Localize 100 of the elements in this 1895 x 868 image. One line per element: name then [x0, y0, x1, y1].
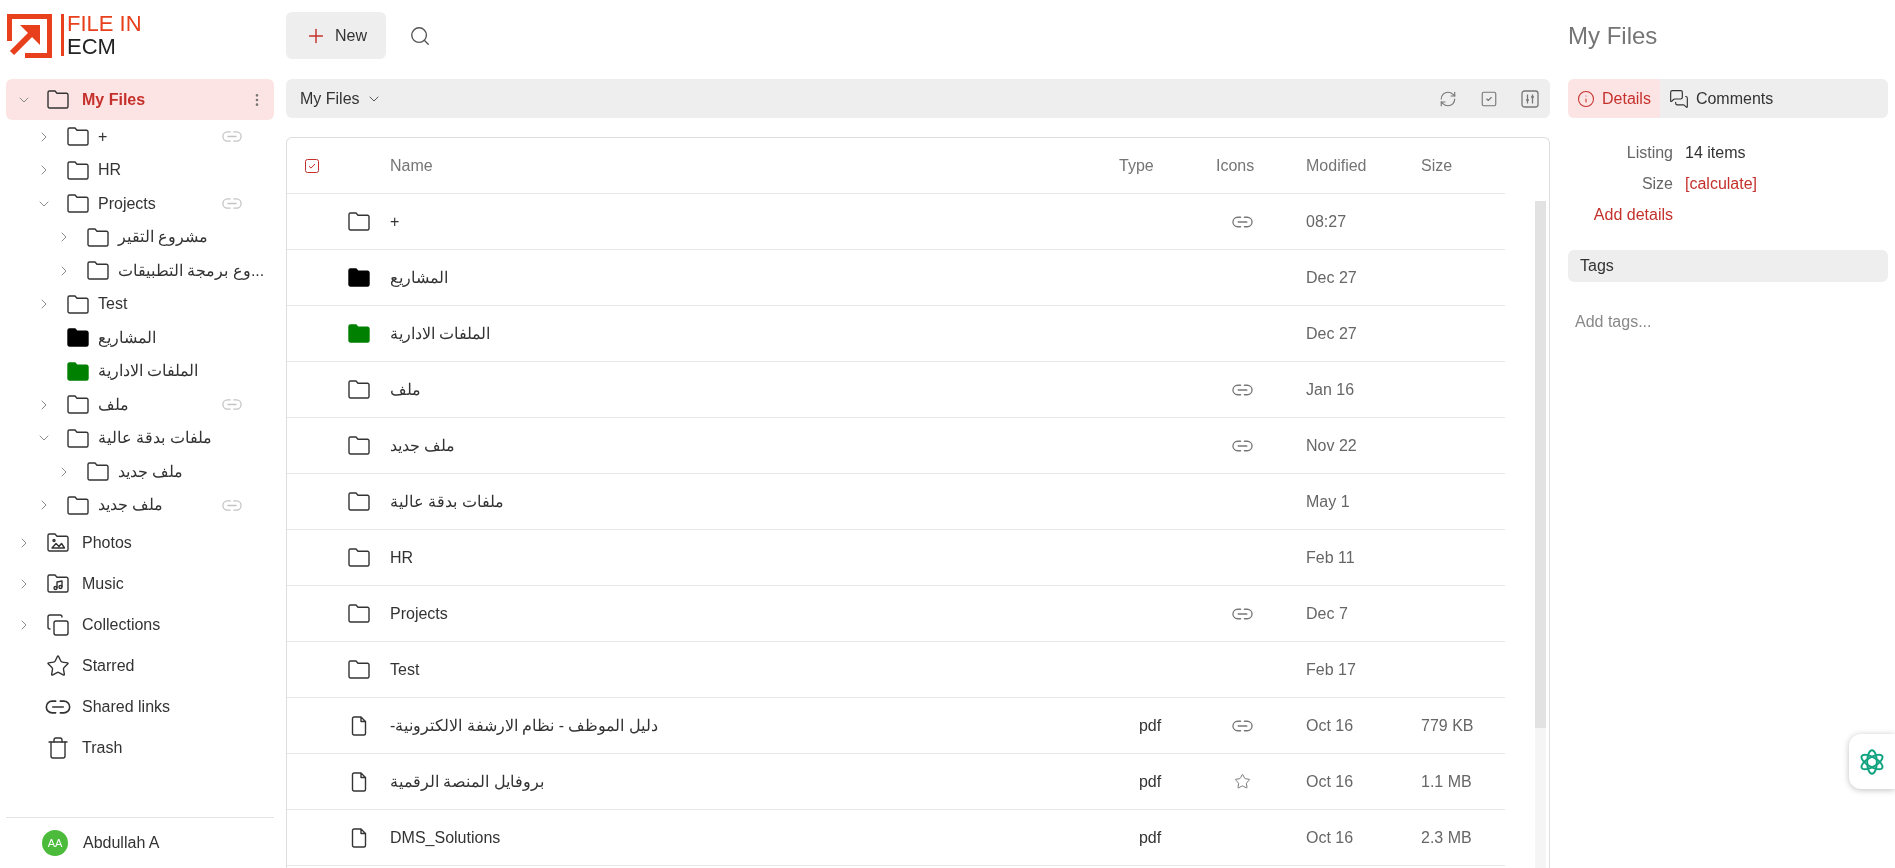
file-name: بروفايل المنصة الرقمية	[390, 772, 544, 790]
tree-item[interactable]: Trash	[6, 727, 274, 768]
tree-item[interactable]: Starred	[6, 645, 274, 686]
tree-item[interactable]: Shared links	[6, 686, 274, 727]
tree-item[interactable]: Test	[6, 287, 274, 321]
file-name: DMS_Solutions	[390, 828, 501, 846]
file-row[interactable]: DMS_Solutions pdf Oct 16 2.3 MB	[287, 810, 1505, 866]
modified-cell: Dec 27	[1306, 324, 1357, 342]
tree-item[interactable]: الملفات الادارية	[6, 354, 274, 388]
file-name: Projects	[390, 604, 448, 622]
file-name: -دليل الموظف - نظام الارشفة الالكترونية	[390, 716, 658, 734]
tree-item[interactable]: المشاريع	[6, 321, 274, 355]
tree-item[interactable]: ملف	[6, 388, 274, 422]
tree-item[interactable]: ملف جديد	[6, 455, 274, 489]
folder-icon	[348, 548, 370, 567]
scrollbar-thumb[interactable]	[1535, 201, 1546, 728]
atom-icon	[1858, 747, 1886, 776]
folder-icon	[348, 492, 370, 511]
folder-icon	[67, 294, 89, 314]
logo-text: FILE IN	[67, 12, 142, 35]
file-icon	[351, 715, 367, 736]
folder-icon	[67, 395, 89, 415]
column-header[interactable]: Name	[390, 156, 433, 174]
star-icon[interactable]	[1234, 773, 1251, 790]
chat-bubbles-icon	[1668, 88, 1689, 109]
folder-icon	[67, 160, 89, 180]
modified-cell: Feb 17	[1306, 660, 1356, 678]
tags-header[interactable]: Tags	[1568, 250, 1888, 282]
tree-item[interactable]: Music	[6, 563, 274, 604]
folder-icon	[67, 127, 89, 147]
search-icon[interactable]	[409, 24, 431, 47]
file-name: ملف	[390, 380, 421, 398]
tree-item[interactable]: Projects	[6, 187, 274, 221]
file-name: ملفات بدقة عالية	[390, 492, 504, 510]
modified-cell: Jan 16	[1306, 380, 1355, 398]
file-name: ملف جديد	[390, 436, 456, 454]
folder-icon	[47, 90, 69, 109]
file-name: الملفات الادارية	[390, 324, 491, 342]
file-name: المشاريع	[390, 268, 448, 286]
panel-tab[interactable]: Details	[1568, 79, 1660, 118]
folder-icon	[348, 604, 370, 623]
logo-text: ECM	[67, 35, 117, 58]
logo-icon	[7, 14, 52, 58]
file-icon	[351, 827, 367, 848]
type-cell-text: pdf	[1138, 715, 1162, 736]
file-icon	[351, 771, 367, 792]
modified-cell: 08:27	[1306, 212, 1347, 230]
size-cell: 779 KB	[1421, 716, 1474, 734]
modified-cell: Oct 16	[1306, 716, 1354, 734]
column-header[interactable]: Type	[1119, 156, 1154, 174]
refresh-icon[interactable]	[1439, 89, 1457, 108]
file-row[interactable]: Projects Dec 7	[287, 586, 1505, 642]
trash-icon	[46, 735, 70, 760]
file-row[interactable]: + 08:27	[287, 194, 1505, 250]
folder-dropdown[interactable]: My Files	[300, 86, 382, 111]
property-label: Size	[1641, 173, 1673, 194]
file-row[interactable]: Test Feb 17	[287, 642, 1505, 698]
new-button[interactable]: New	[286, 12, 386, 59]
size-cell: 1.1 MB	[1421, 772, 1472, 790]
folder-icon	[87, 227, 109, 247]
folder-icon	[348, 380, 370, 399]
info-icon	[1577, 89, 1595, 108]
folder-icon	[67, 194, 89, 214]
tree-item[interactable]: Photos	[6, 522, 274, 563]
tree-item[interactable]: ملف جديد	[6, 488, 274, 522]
music-folder-icon	[47, 574, 69, 593]
folder-icon	[67, 495, 89, 515]
tree-item[interactable]: مشروع التقير	[6, 220, 274, 254]
modified-cell: Nov 22	[1306, 436, 1357, 454]
tree-item[interactable]: ملفات بدقة عالية	[6, 421, 274, 455]
tree-item[interactable]: +	[6, 120, 274, 154]
folder-icon	[87, 261, 109, 281]
size-cell: 2.3 MB	[1421, 828, 1472, 846]
modified-cell: Oct 16	[1306, 828, 1354, 846]
panel-tab[interactable]: Comments	[1659, 79, 1783, 118]
add-details-link[interactable]: Add details	[1593, 202, 1673, 227]
select-all-checkbox[interactable]	[304, 158, 319, 173]
star-icon	[46, 653, 70, 678]
property-label: Listing	[1626, 142, 1673, 163]
tree-item[interactable]: My Files	[6, 79, 274, 120]
column-header[interactable]: Modified	[1306, 156, 1367, 174]
column-header[interactable]: Icons	[1216, 156, 1255, 174]
type-cell-text: pdf	[1138, 771, 1162, 792]
folder-icon	[348, 660, 370, 679]
image-folder-icon	[47, 533, 69, 552]
modified-cell: Dec 7	[1306, 604, 1348, 622]
tree-item[interactable]: وع برمجة التطبيقات...	[6, 254, 274, 288]
column-header[interactable]: Size	[1421, 156, 1453, 174]
calculate-link[interactable]: [calculate]	[1685, 171, 1758, 196]
file-name: HR	[390, 548, 414, 566]
user-name: Abdullah A	[83, 833, 160, 853]
floating-button[interactable]	[1849, 734, 1895, 789]
tree-item[interactable]: HR	[6, 153, 274, 187]
tree-item[interactable]: Collections	[6, 604, 274, 645]
sliders-icon[interactable]	[1521, 89, 1539, 108]
file-row[interactable]: HR Feb 11	[287, 530, 1505, 586]
tags-input[interactable]: Add tags...	[1568, 307, 1888, 337]
select-icon[interactable]	[1480, 89, 1498, 108]
folder-icon	[348, 436, 370, 455]
stacked-squares-icon	[46, 612, 70, 637]
